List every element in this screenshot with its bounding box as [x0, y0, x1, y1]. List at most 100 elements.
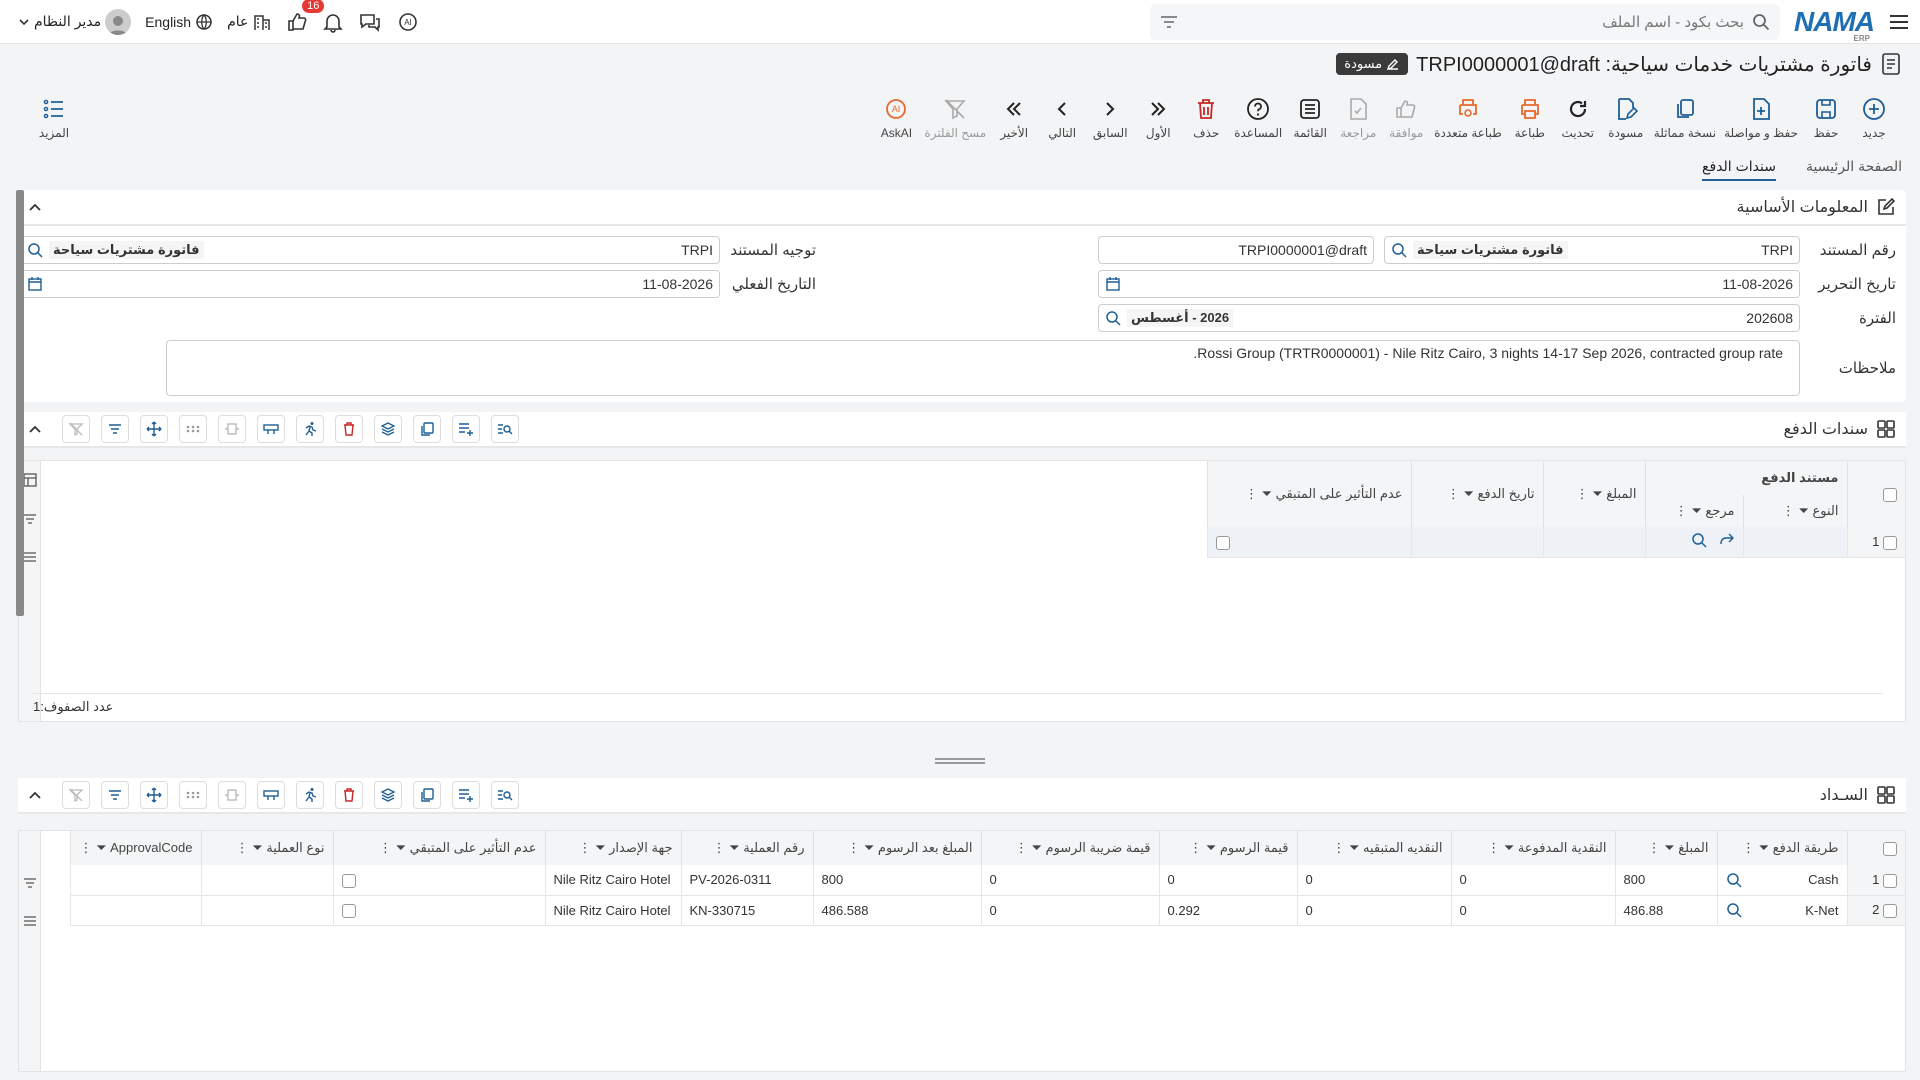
- filter-icon[interactable]: [101, 781, 129, 809]
- move-icon[interactable]: [140, 415, 168, 443]
- paid-cash-cell[interactable]: 0: [1450, 865, 1615, 896]
- payment-method-cell[interactable]: K-Net: [1716, 895, 1847, 926]
- fees-tax-cell[interactable]: 0: [980, 895, 1159, 926]
- approvals-icon[interactable]: 16: [286, 0, 325, 33]
- add-rows-icon[interactable]: [452, 415, 480, 443]
- direction-field[interactable]: TRPI فاتورة مشتريات سياحة: [20, 236, 720, 264]
- ref-cell[interactable]: [1644, 527, 1743, 558]
- type-cell[interactable]: [1742, 527, 1847, 558]
- runner-icon[interactable]: [296, 781, 324, 809]
- row-checkbox[interactable]: [1883, 873, 1897, 888]
- amount-cell[interactable]: 800: [1614, 865, 1717, 896]
- askai-button[interactable]: AI AskAI: [872, 96, 920, 140]
- general-branch-selector[interactable]: عام: [227, 12, 272, 32]
- approve-button[interactable]: موافقة: [1382, 96, 1430, 140]
- help-button[interactable]: المساعدة: [1230, 96, 1286, 140]
- operation-type-cell[interactable]: [200, 865, 333, 896]
- column-approval-code[interactable]: ApprovalCode ⏷ ⋮: [70, 831, 201, 865]
- search-refresh-icon[interactable]: [1391, 242, 1407, 258]
- column-remaining-cash[interactable]: النقديه المتبقيه ⏷ ⋮: [1296, 831, 1451, 865]
- table-row[interactable]: 1: [1206, 527, 1905, 558]
- chat-icon[interactable]: [358, 11, 382, 33]
- copy-row-icon[interactable]: [413, 781, 441, 809]
- row-checkbox[interactable]: [1883, 903, 1897, 918]
- layers-icon[interactable]: [374, 781, 402, 809]
- open-link-icon[interactable]: [1719, 532, 1735, 548]
- delete-row-icon[interactable]: [335, 781, 363, 809]
- search-box[interactable]: بحث بكود - اسم الملف: [1150, 3, 1780, 40]
- remaining-cash-cell[interactable]: 0: [1296, 895, 1451, 926]
- column-pay-date[interactable]: تاريخ الدفع ⏷ ⋮: [1410, 461, 1543, 527]
- find-icon[interactable]: [491, 415, 519, 443]
- table-icon[interactable]: [22, 473, 37, 487]
- first-button[interactable]: الأول: [1134, 96, 1182, 140]
- search-icon[interactable]: [1105, 310, 1121, 326]
- calendar-icon[interactable]: [1105, 276, 1121, 292]
- new-button[interactable]: جديد: [1850, 96, 1898, 140]
- clear-filter-button[interactable]: مسح الفلترة: [920, 96, 990, 140]
- move-icon[interactable]: [140, 781, 168, 809]
- hamburger-menu-icon[interactable]: [1888, 13, 1910, 31]
- table-columns-icon[interactable]: [257, 781, 285, 809]
- dots-grid-icon[interactable]: [179, 781, 207, 809]
- delete-button[interactable]: حذف: [1182, 96, 1230, 140]
- add-rows-icon[interactable]: [452, 781, 480, 809]
- column-fees[interactable]: قيمة الرسوم ⏷ ⋮: [1158, 831, 1297, 865]
- previous-button[interactable]: السابق: [1086, 96, 1134, 140]
- more-button[interactable]: المزيد: [30, 86, 78, 150]
- duplicate-button[interactable]: نسخة مماثلة: [1650, 96, 1720, 140]
- chevron-up-icon[interactable]: [28, 202, 42, 212]
- app-logo[interactable]: NAMA ERP: [1794, 7, 1875, 42]
- issuer-cell[interactable]: Nile Ritz Cairo Hotel: [544, 865, 681, 896]
- search-input[interactable]: بحث بكود - اسم الملف: [1186, 13, 1744, 31]
- column-ref[interactable]: مرجع ⏷ ⋮: [1644, 495, 1743, 527]
- draft-button[interactable]: مسودة: [1602, 96, 1650, 140]
- column-operation-number[interactable]: رقم العملية ⏷ ⋮: [680, 831, 813, 865]
- search-icon[interactable]: [1726, 872, 1742, 888]
- column-no-effect[interactable]: عدم التأثير على المتبقي ⏷ ⋮: [332, 831, 545, 865]
- row-checkbox[interactable]: [1883, 535, 1897, 550]
- language-switcher[interactable]: English: [145, 13, 213, 31]
- delete-row-icon[interactable]: [335, 415, 363, 443]
- fees-tax-cell[interactable]: 0: [980, 865, 1159, 896]
- approval-code-cell[interactable]: [70, 865, 201, 896]
- fees-cell[interactable]: 0.292: [1158, 895, 1297, 926]
- tab-payment-vouchers[interactable]: سندات الدفع: [1702, 158, 1776, 181]
- notes-textarea[interactable]: Rossi Group (TRTR0000001) - Nile Ritz Ca…: [166, 340, 1800, 396]
- no-effect-cell[interactable]: [332, 865, 545, 896]
- no-effect-checkbox[interactable]: [341, 873, 356, 888]
- no-effect-checkbox[interactable]: [341, 903, 356, 918]
- last-button[interactable]: الأخير: [990, 96, 1038, 140]
- amount-cell[interactable]: [1542, 527, 1645, 558]
- select-all-checkbox[interactable]: [1883, 487, 1897, 502]
- next-button[interactable]: التالي: [1038, 96, 1086, 140]
- search-icon[interactable]: [1691, 532, 1707, 548]
- column-fees-tax[interactable]: قيمة ضريبة الرسوم ⏷ ⋮: [980, 831, 1159, 865]
- fit-width-icon[interactable]: [218, 415, 246, 443]
- column-payment-method[interactable]: طريقة الدفع ⏷ ⋮: [1716, 831, 1847, 865]
- approval-code-cell[interactable]: [70, 895, 201, 926]
- filter-icon[interactable]: [101, 415, 129, 443]
- page-scrollbar[interactable]: [16, 190, 24, 616]
- no-effect-cell[interactable]: [332, 895, 545, 926]
- filter-icon[interactable]: [23, 877, 37, 889]
- runner-icon[interactable]: [296, 415, 324, 443]
- issuer-cell[interactable]: Nile Ritz Cairo Hotel: [544, 895, 681, 926]
- multi-print-button[interactable]: طباعة متعددة: [1430, 96, 1506, 140]
- column-paid-cash[interactable]: النقدية المدفوعة ⏷ ⋮: [1450, 831, 1615, 865]
- no-effect-cell[interactable]: [1206, 527, 1411, 558]
- amount-cell[interactable]: 486.88: [1614, 895, 1717, 926]
- paid-cash-cell[interactable]: 0: [1450, 895, 1615, 926]
- filter-off-icon[interactable]: [62, 781, 90, 809]
- table-row[interactable]: 2 K-Net 486.88 0 0 0.292 0 486.588 KN-33…: [70, 895, 1905, 926]
- select-all-cell[interactable]: [1846, 461, 1905, 527]
- chevron-up-icon[interactable]: [28, 790, 42, 800]
- tab-main[interactable]: الصفحة الرئيسية: [1806, 158, 1902, 181]
- pay-date-cell[interactable]: [1410, 527, 1543, 558]
- refresh-button[interactable]: تحديث: [1554, 96, 1602, 140]
- list-button[interactable]: القائمة: [1286, 96, 1334, 140]
- review-button[interactable]: مراجعة: [1334, 96, 1382, 140]
- payment-method-cell[interactable]: Cash: [1716, 865, 1847, 896]
- table-columns-icon[interactable]: [257, 415, 285, 443]
- operation-number-cell[interactable]: PV-2026-0311: [680, 865, 813, 896]
